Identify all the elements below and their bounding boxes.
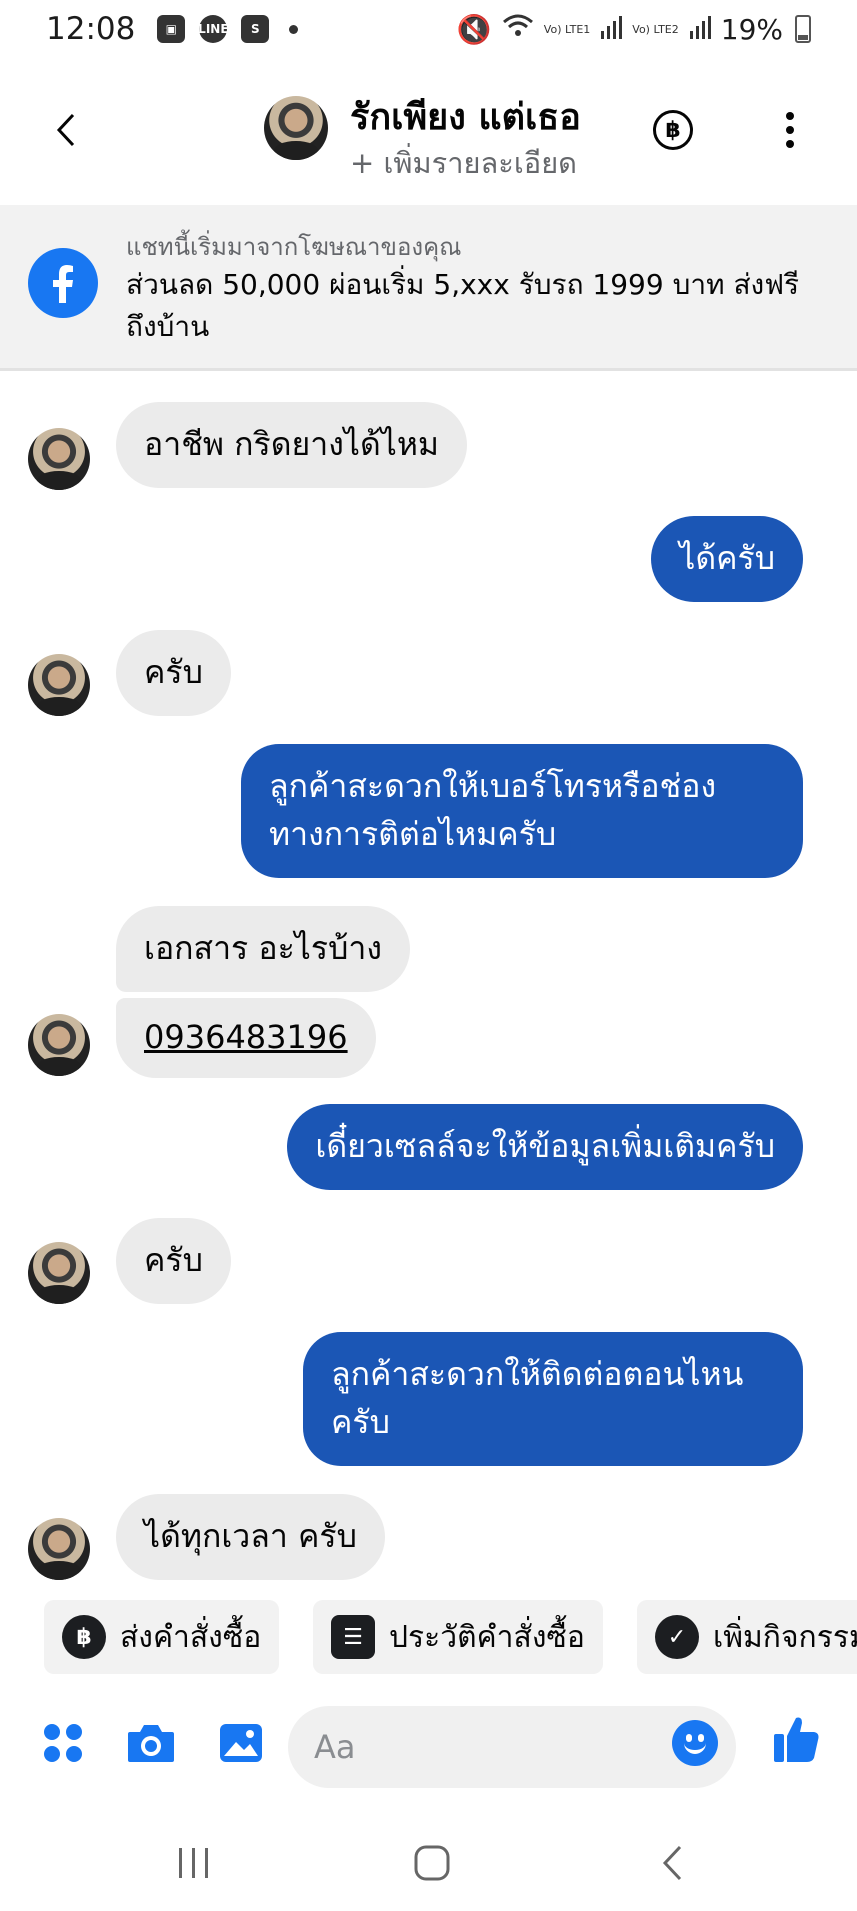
message-incoming[interactable]: เอกสาร อะไรบ้าง [116,906,410,992]
message-incoming[interactable]: อาชีพ กริดยางได้ไหม [116,402,468,488]
camera-icon [128,1725,174,1762]
contact-avatar[interactable] [264,96,328,160]
sender-avatar [28,428,90,490]
home-icon [414,1845,450,1881]
network-2-label: Vo) LTE2 [632,22,679,36]
signal-1-icon [600,13,623,46]
sender-avatar [28,654,90,716]
recent-apps-button[interactable] [174,1843,214,1883]
ad-text: ส่วนลด 50,000 ผ่อนเริ่ม 5,xxx รับรถ 1999… [126,268,800,343]
contact-name[interactable]: รักเพียง แต่เธอ [350,88,581,145]
quick-actions-bar: ฿ ส่งคำสั่งซื้อ ☰ ประวัติคำสั่งซื้อ ✓ เพ… [0,1600,857,1676]
dot-icon [786,112,794,120]
order-history-button[interactable]: ☰ ประวัติคำสั่งซื้อ [313,1600,603,1674]
status-time: 12:08 [46,11,136,47]
notification-dot-icon [289,24,299,34]
smiley-icon [684,1742,706,1754]
system-back-button[interactable] [652,1843,692,1883]
signal-2-icon [689,13,711,46]
baht-icon: ฿ [62,1615,106,1659]
message-incoming[interactable]: ครับ [116,1218,231,1304]
wifi-icon [502,13,534,46]
four-dots-icon [44,1724,82,1762]
message-outgoing[interactable]: ลูกค้าสะดวกให้ติดต่อตอนไหนครับ [303,1332,803,1466]
battery-icon [795,15,811,43]
chevron-left-icon [56,113,75,147]
dot-icon [786,140,794,148]
facebook-icon [28,248,98,318]
quick-action-label: เพิ่มกิจกรรม [713,1619,857,1655]
message-outgoing[interactable]: เดี๋ยวเซลล์จะให้ข้อมูลเพิ่มเติมครับ [287,1104,803,1190]
more-options-button[interactable] [772,110,808,150]
network-1-label: Vo) LTE1 [543,22,591,36]
message-incoming[interactable]: ได้ทุกเวลา ครับ [116,1494,385,1580]
system-nav-bar [0,1815,857,1911]
image-icon: ▣ [157,15,186,43]
recent-apps-icon [179,1848,208,1878]
quick-action-label: ส่งคำสั่งซื้อ [120,1619,262,1655]
status-bar: 12:08 ▣ LINE S 🔇 Vo) LTE1 Vo) LTE2 19% [0,0,857,58]
gallery-button[interactable] [216,1718,266,1768]
sender-avatar [28,1518,90,1580]
message-composer [0,1700,857,1796]
sender-avatar [28,1242,90,1304]
phone-number-link[interactable]: 0936483196 [116,998,376,1078]
baht-payment-button[interactable]: ฿ [653,110,693,150]
apps-button[interactable] [38,1718,88,1768]
message-outgoing[interactable]: ได้ครับ [651,516,803,602]
add-activity-button[interactable]: ✓ เพิ่มกิจกรรม [637,1600,857,1674]
home-button[interactable] [412,1843,452,1883]
thumbs-up-icon [774,1717,819,1762]
line-icon: LINE [198,15,229,43]
message-incoming[interactable]: ครับ [116,630,231,716]
shop-icon: S [241,15,270,43]
emoji-button[interactable] [672,1720,718,1766]
list-icon: ☰ [331,1615,375,1659]
image-icon [220,1724,262,1762]
mute-icon: 🔇 [456,12,492,46]
dot-icon [786,126,794,134]
check-icon: ✓ [655,1615,699,1659]
back-button[interactable] [44,108,88,152]
camera-button[interactable] [126,1718,176,1768]
add-details-link[interactable]: + เพิ่มรายละเอียด [350,140,577,186]
message-input[interactable] [288,1706,736,1788]
like-button[interactable] [772,1714,822,1764]
message-outgoing[interactable]: ลูกค้าสะดวกให้เบอร์โทรหรือช่องทางการติต่… [241,744,803,878]
chat-header: รักเพียง แต่เธอ + เพิ่มรายละเอียด ฿ [0,70,857,190]
ad-caption: แชทนี้เริ่มมาจากโฆษณาของคุณ [126,233,462,261]
sender-avatar [28,1014,90,1076]
back-icon [662,1845,682,1881]
quick-action-label: ประวัติคำสั่งซื้อ [389,1619,585,1655]
battery-level: 19% [720,12,783,46]
send-order-button[interactable]: ฿ ส่งคำสั่งซื้อ [44,1600,280,1674]
baht-icon: ฿ [665,117,681,143]
